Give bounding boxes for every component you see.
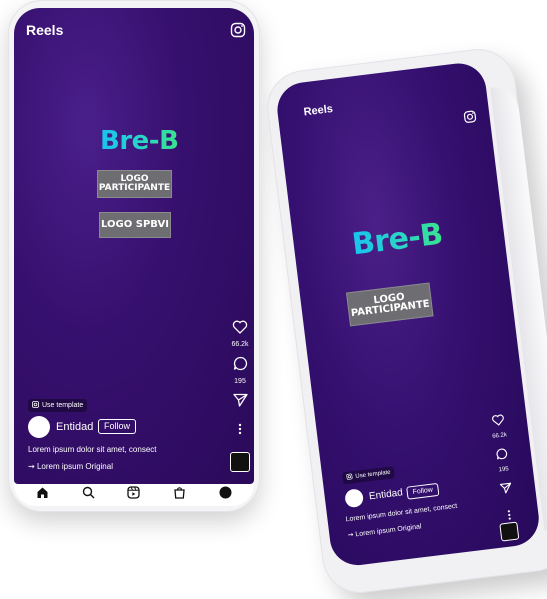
- avatar[interactable]: [344, 488, 365, 509]
- audio-label: Lorem ipsum Original: [354, 523, 422, 539]
- comment-icon[interactable]: [233, 356, 248, 376]
- heart-icon[interactable]: [490, 412, 505, 431]
- reels-icon[interactable]: [127, 486, 141, 504]
- audio-icon: ⇝: [347, 531, 354, 540]
- audio-thumbnail[interactable]: [499, 521, 520, 542]
- entity-name[interactable]: Entidad: [368, 487, 403, 502]
- audio-info[interactable]: ⇝ Lorem ipsum Original: [28, 462, 113, 471]
- spbvi-logo-box: LOGO SPBVI: [99, 212, 171, 238]
- caption-text: Lorem ipsum dolor sit amet, consect: [28, 445, 157, 454]
- use-template-chip[interactable]: Use template: [28, 399, 88, 412]
- use-template-label: Use template: [42, 402, 84, 409]
- send-icon[interactable]: [232, 393, 248, 412]
- audio-thumbnail[interactable]: [230, 452, 250, 472]
- entity-name[interactable]: Entidad: [56, 421, 93, 433]
- camera-icon[interactable]: [463, 110, 478, 129]
- reels-screen: Reels Bre-B LOGO PARTICIPANTE LOGO SPBVI…: [14, 8, 254, 484]
- phone-front: Reels Bre-B LOGO PARTICIPANTE LOGO SPBVI…: [8, 0, 260, 512]
- phone-back: Reels Bre-B LOGO PARTICIPANTE 66.2k 195: [262, 44, 547, 598]
- reels-title: Reels: [302, 102, 334, 119]
- bre-b-logo: Bre-B: [350, 216, 445, 263]
- audio-label: Lorem ipsum Original: [36, 462, 113, 471]
- shop-icon[interactable]: [173, 486, 186, 504]
- search-icon[interactable]: [82, 486, 95, 504]
- caption-text: Lorem ipsum dolor sit amet, consect: [345, 502, 458, 524]
- follow-button[interactable]: Follow: [406, 482, 440, 500]
- action-column: 66.2k 195: [228, 320, 252, 440]
- reels-title: Reels: [26, 22, 64, 38]
- use-template-label: Use template: [355, 469, 391, 480]
- audio-info[interactable]: ⇝ Lorem ipsum Original: [347, 522, 422, 539]
- audio-icon: ⇝: [28, 462, 35, 471]
- send-icon[interactable]: [499, 480, 513, 499]
- template-icon: [32, 401, 39, 410]
- avatar[interactable]: [28, 416, 50, 438]
- bottom-nav: [14, 484, 254, 506]
- profile-icon[interactable]: [219, 486, 232, 504]
- home-icon[interactable]: [36, 486, 49, 504]
- action-column: 66.2k 195: [486, 412, 522, 527]
- participant-logo-box: LOGO PARTICIPANTE: [97, 170, 172, 198]
- camera-icon[interactable]: [230, 22, 246, 43]
- heart-icon[interactable]: [232, 320, 248, 339]
- participant-logo-line2: PARTICIPANTE: [98, 183, 171, 193]
- comments-count: 195: [498, 466, 510, 474]
- follow-button[interactable]: Follow: [98, 419, 136, 434]
- comments-count: 195: [234, 378, 246, 385]
- phone-back-body: Reels Bre-B LOGO PARTICIPANTE 66.2k 195: [262, 44, 547, 598]
- more-options-icon[interactable]: [238, 422, 242, 440]
- likes-count: 66.2k: [491, 432, 508, 440]
- use-template-chip[interactable]: Use template: [341, 466, 396, 485]
- likes-count: 66.2k: [231, 341, 249, 348]
- bre-b-logo: Bre-B: [100, 126, 179, 156]
- comment-icon[interactable]: [495, 446, 509, 465]
- template-icon: [346, 473, 353, 482]
- participant-logo-box: LOGO PARTICIPANTE: [346, 282, 434, 327]
